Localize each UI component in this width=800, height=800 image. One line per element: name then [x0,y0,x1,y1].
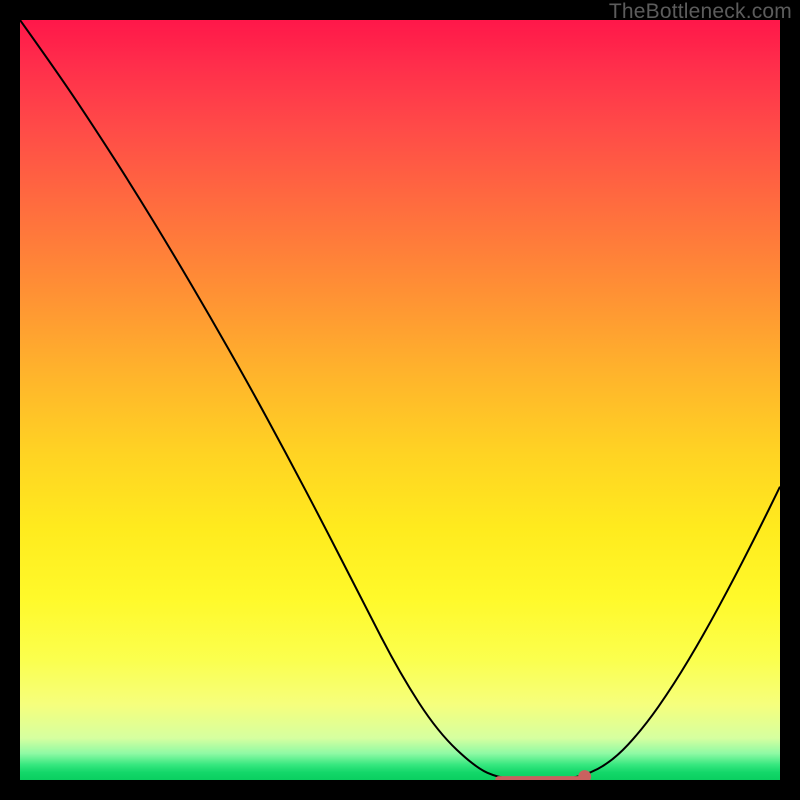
plot-area [20,20,780,780]
watermark-text: TheBottleneck.com [609,0,792,24]
bottleneck-curve-line [20,20,780,780]
valley-end-dot [578,770,591,780]
curve-layer [20,20,780,780]
chart-stage: TheBottleneck.com [0,0,800,800]
